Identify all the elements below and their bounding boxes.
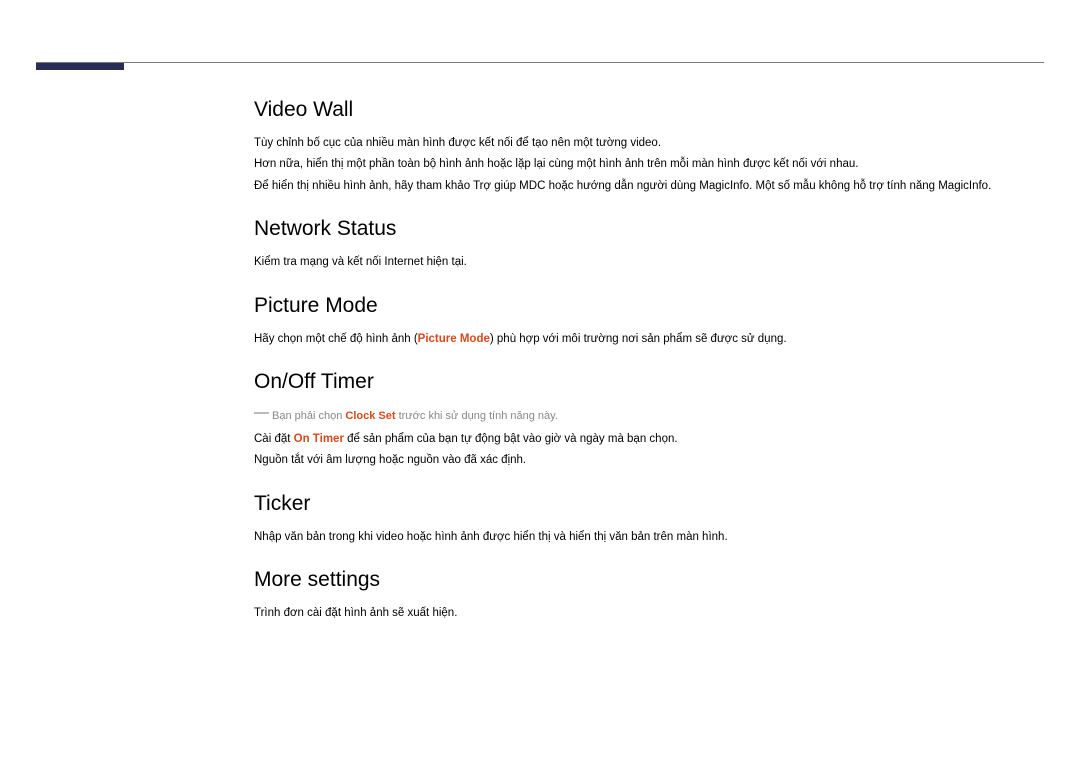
header-rule (36, 62, 1044, 63)
section-network-status: Network Status Kiểm tra mạng và kết nối … (254, 217, 1040, 271)
highlight-on-timer: On Timer (294, 433, 344, 445)
section-picture-mode: Picture Mode Hãy chọn một chế độ hình ản… (254, 294, 1040, 348)
body-text: Tùy chỉnh bố cục của nhiều màn hình được… (254, 134, 1040, 152)
body-text: Nhập văn bản trong khi video hoặc hình ả… (254, 528, 1040, 546)
body-text: Để hiển thị nhiều hình ảnh, hãy tham khả… (254, 177, 1040, 195)
section-video-wall: Video Wall Tùy chỉnh bố cục của nhiều mà… (254, 98, 1040, 195)
text-fragment: Bạn phải chọn (272, 410, 345, 422)
body-text: Hãy chọn một chế độ hình ảnh (Picture Mo… (254, 330, 1040, 348)
text-fragment: để sản phẩm của bạn tự động bật vào giờ … (344, 433, 678, 445)
body-text: Kiểm tra mạng và kết nối Internet hiện t… (254, 253, 1040, 271)
text-fragment: trước khi sử dụng tính năng này. (396, 410, 558, 422)
section-more-settings: More settings Trình đơn cài đặt hình ảnh… (254, 568, 1040, 622)
highlight-clock-set: Clock Set (345, 410, 395, 422)
body-text: Cài đặt On Timer để sản phẩm của bạn tự … (254, 430, 1040, 448)
heading-ticker: Ticker (254, 492, 1040, 516)
heading-more-settings: More settings (254, 568, 1040, 592)
document-content: Video Wall Tùy chỉnh bố cục của nhiều mà… (254, 98, 1040, 645)
heading-network-status: Network Status (254, 217, 1040, 241)
note-line: ― Bạn phải chọn Clock Set trước khi sử d… (254, 406, 1040, 424)
body-text: Trình đơn cài đặt hình ảnh sẽ xuất hiện. (254, 604, 1040, 622)
dash-icon: ― (254, 404, 269, 421)
heading-picture-mode: Picture Mode (254, 294, 1040, 318)
text-fragment: Cài đặt (254, 433, 294, 445)
note-text: Bạn phải chọn Clock Set trước khi sử dụn… (272, 410, 558, 422)
highlight-picture-mode: Picture Mode (418, 333, 490, 345)
section-ticker: Ticker Nhập văn bản trong khi video hoặc… (254, 492, 1040, 546)
body-text: Hơn nữa, hiển thị một phần toàn bộ hình … (254, 155, 1040, 173)
body-text: Nguồn tắt với âm lượng hoặc nguồn vào đã… (254, 451, 1040, 469)
text-fragment: Hãy chọn một chế độ hình ảnh ( (254, 333, 418, 345)
side-accent-bar (36, 63, 124, 70)
heading-video-wall: Video Wall (254, 98, 1040, 122)
section-on-off-timer: On/Off Timer ― Bạn phải chọn Clock Set t… (254, 370, 1040, 470)
text-fragment: ) phù hợp với môi trường nơi sản phẩm sẽ… (490, 333, 787, 345)
heading-on-off-timer: On/Off Timer (254, 370, 1040, 394)
